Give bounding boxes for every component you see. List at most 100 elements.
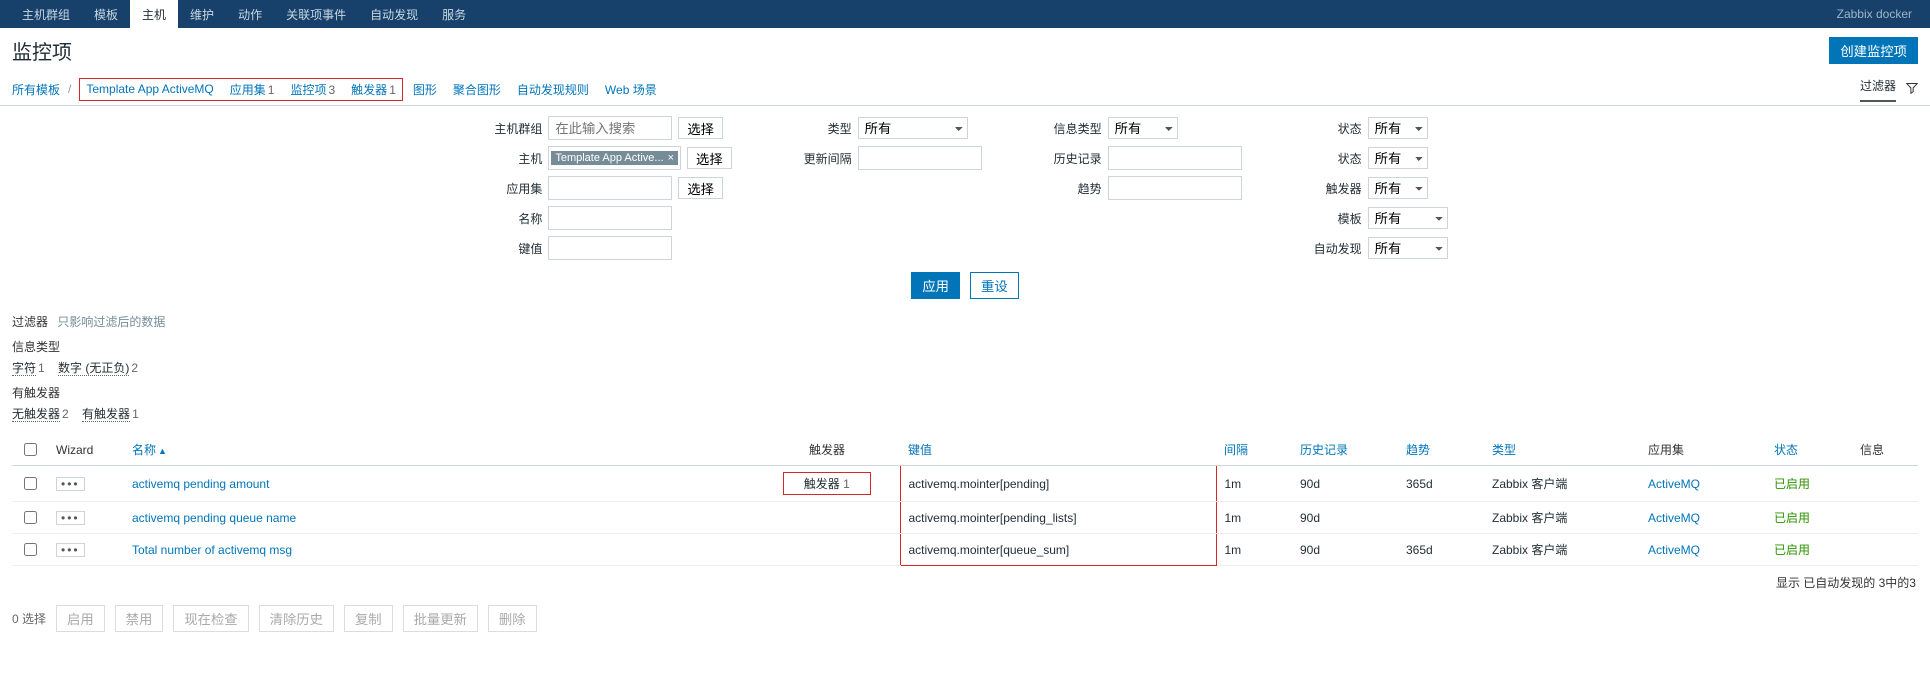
nav-discovery[interactable]: 自动发现: [358, 0, 430, 28]
chip-char[interactable]: 字符: [12, 361, 36, 376]
link-triggers[interactable]: 触发器: [351, 83, 387, 97]
select-hostgroup-button[interactable]: 选择: [678, 117, 723, 139]
sub-nav: 所有模板 / Template App ActiveMQ 应用集1 监控项3 触…: [0, 73, 1930, 106]
item-key: activemq.mointer[pending]: [909, 477, 1050, 491]
select-status[interactable]: 所有: [1368, 147, 1428, 169]
select-trigger-filter[interactable]: 所有: [1368, 177, 1428, 199]
chip-numeric[interactable]: 数字 (无正负): [58, 361, 129, 376]
sort-asc-icon: ▲: [158, 446, 167, 456]
input-trend[interactable]: [1108, 176, 1242, 200]
input-host[interactable]: Template App Active... ×: [548, 146, 681, 170]
table-row: ••• activemq pending queue name activemq…: [12, 502, 1918, 534]
item-status-link[interactable]: 已启用: [1774, 511, 1810, 525]
input-name[interactable]: [548, 206, 672, 230]
item-name-link[interactable]: Total number of activemq msg: [132, 543, 292, 557]
input-hostgroup[interactable]: [548, 116, 672, 140]
wizard-button[interactable]: •••: [56, 477, 85, 491]
item-status-link[interactable]: 已启用: [1774, 543, 1810, 557]
bulk-disable-button[interactable]: 禁用: [115, 605, 164, 632]
wizard-button[interactable]: •••: [56, 511, 85, 525]
label-state: 状态: [1302, 120, 1362, 137]
items-count: 3: [328, 83, 335, 97]
bulk-enable-button[interactable]: 启用: [56, 605, 105, 632]
row-check[interactable]: [24, 543, 37, 556]
bulk-delete-button[interactable]: 删除: [488, 605, 537, 632]
bulk-copy-button[interactable]: 复制: [344, 605, 393, 632]
input-appset[interactable]: [548, 176, 672, 200]
triggers-count: 1: [389, 83, 396, 97]
link-template-name[interactable]: Template App ActiveMQ: [86, 82, 213, 96]
col-appset: 应用集: [1640, 434, 1766, 466]
label-autodiscovery: 自动发现: [1302, 240, 1362, 257]
col-key[interactable]: 键值: [900, 434, 1216, 466]
col-trend[interactable]: 趋势: [1398, 434, 1484, 466]
item-name-link[interactable]: activemq pending amount: [132, 477, 269, 491]
link-web-scenarios[interactable]: Web 场景: [605, 81, 657, 98]
link-appset[interactable]: 应用集: [230, 83, 266, 97]
input-key[interactable]: [548, 236, 672, 260]
host-chip-remove-icon[interactable]: ×: [668, 152, 674, 164]
input-history[interactable]: [1108, 146, 1242, 170]
chip-has-trigger[interactable]: 有触发器: [82, 407, 130, 422]
table-row: ••• Total number of activemq msg activem…: [12, 534, 1918, 566]
page-title: 监控项: [12, 36, 72, 65]
item-trend: 365d: [1398, 466, 1484, 502]
summary-triggers: 有触发器 无触发器2 有触发器1: [0, 380, 1930, 426]
nav-hostgroups[interactable]: 主机群组: [10, 0, 82, 28]
col-name[interactable]: 名称▲: [124, 434, 754, 466]
nav-templates[interactable]: 模板: [82, 0, 130, 28]
label-name: 名称: [482, 210, 542, 227]
item-appset-link[interactable]: ActiveMQ: [1648, 477, 1700, 491]
label-status: 状态: [1302, 150, 1362, 167]
apply-button[interactable]: 应用: [911, 272, 960, 299]
filter-tab[interactable]: 过滤器: [1860, 77, 1896, 102]
summary-filter-title: 过滤器: [12, 315, 48, 329]
nav-maintenance[interactable]: 维护: [178, 0, 226, 28]
funnel-icon[interactable]: [1906, 82, 1918, 97]
item-appset-link[interactable]: ActiveMQ: [1648, 543, 1700, 557]
reset-button[interactable]: 重设: [970, 272, 1019, 299]
item-name-link[interactable]: activemq pending queue name: [132, 511, 296, 525]
select-infotype[interactable]: 所有: [1108, 117, 1178, 139]
col-status[interactable]: 状态: [1766, 434, 1852, 466]
item-trend: 365d: [1398, 534, 1484, 566]
create-item-button[interactable]: 创建监控项: [1829, 37, 1918, 64]
row-check[interactable]: [24, 477, 37, 490]
link-items[interactable]: 监控项: [290, 83, 326, 97]
select-appset-button[interactable]: 选择: [678, 177, 723, 199]
nav-services[interactable]: 服务: [430, 0, 478, 28]
item-appset-link[interactable]: ActiveMQ: [1648, 511, 1700, 525]
host-chip-label: Template App Active...: [555, 152, 663, 164]
input-update-interval[interactable]: [858, 146, 982, 170]
breadcrumb-all-templates[interactable]: 所有模板: [12, 81, 60, 98]
col-interval[interactable]: 间隔: [1216, 434, 1292, 466]
row-check[interactable]: [24, 511, 37, 524]
select-autodiscovery[interactable]: 所有: [1368, 237, 1448, 259]
item-type: Zabbix 客户端: [1484, 466, 1640, 502]
col-type[interactable]: 类型: [1484, 434, 1640, 466]
chip-no-trigger[interactable]: 无触发器: [12, 407, 60, 422]
item-status-link[interactable]: 已启用: [1774, 477, 1810, 491]
check-all[interactable]: [24, 443, 37, 456]
bulk-mass-update-button[interactable]: 批量更新: [403, 605, 478, 632]
col-history[interactable]: 历史记录: [1292, 434, 1398, 466]
link-aggr-graphs[interactable]: 聚合图形: [453, 81, 501, 98]
link-discovery-rules[interactable]: 自动发现规则: [517, 81, 589, 98]
select-template-filter[interactable]: 所有: [1368, 207, 1448, 229]
summary-triggers-title: 有触发器: [12, 384, 1918, 401]
bulk-clear-history-button[interactable]: 清除历史: [259, 605, 334, 632]
nav-correlated[interactable]: 关联项事件: [274, 0, 358, 28]
top-nav: 主机群组 模板 主机 维护 动作 关联项事件 自动发现 服务 Zabbix do…: [0, 0, 1930, 28]
nav-hosts[interactable]: 主机: [130, 0, 178, 28]
wizard-button[interactable]: •••: [56, 543, 85, 557]
link-graphs[interactable]: 图形: [413, 81, 437, 98]
select-state[interactable]: 所有: [1368, 117, 1428, 139]
nav-actions[interactable]: 动作: [226, 0, 274, 28]
trigger-count-box[interactable]: 触发器 1: [783, 472, 871, 495]
select-host-button[interactable]: 选择: [687, 147, 732, 169]
bulk-checknow-button[interactable]: 现在检查: [173, 605, 248, 632]
col-info: 信息: [1852, 434, 1918, 466]
select-type[interactable]: 所有: [858, 117, 968, 139]
item-type: Zabbix 客户端: [1484, 502, 1640, 534]
summary-filter-sub: 只影响过滤后的数据: [57, 315, 165, 329]
